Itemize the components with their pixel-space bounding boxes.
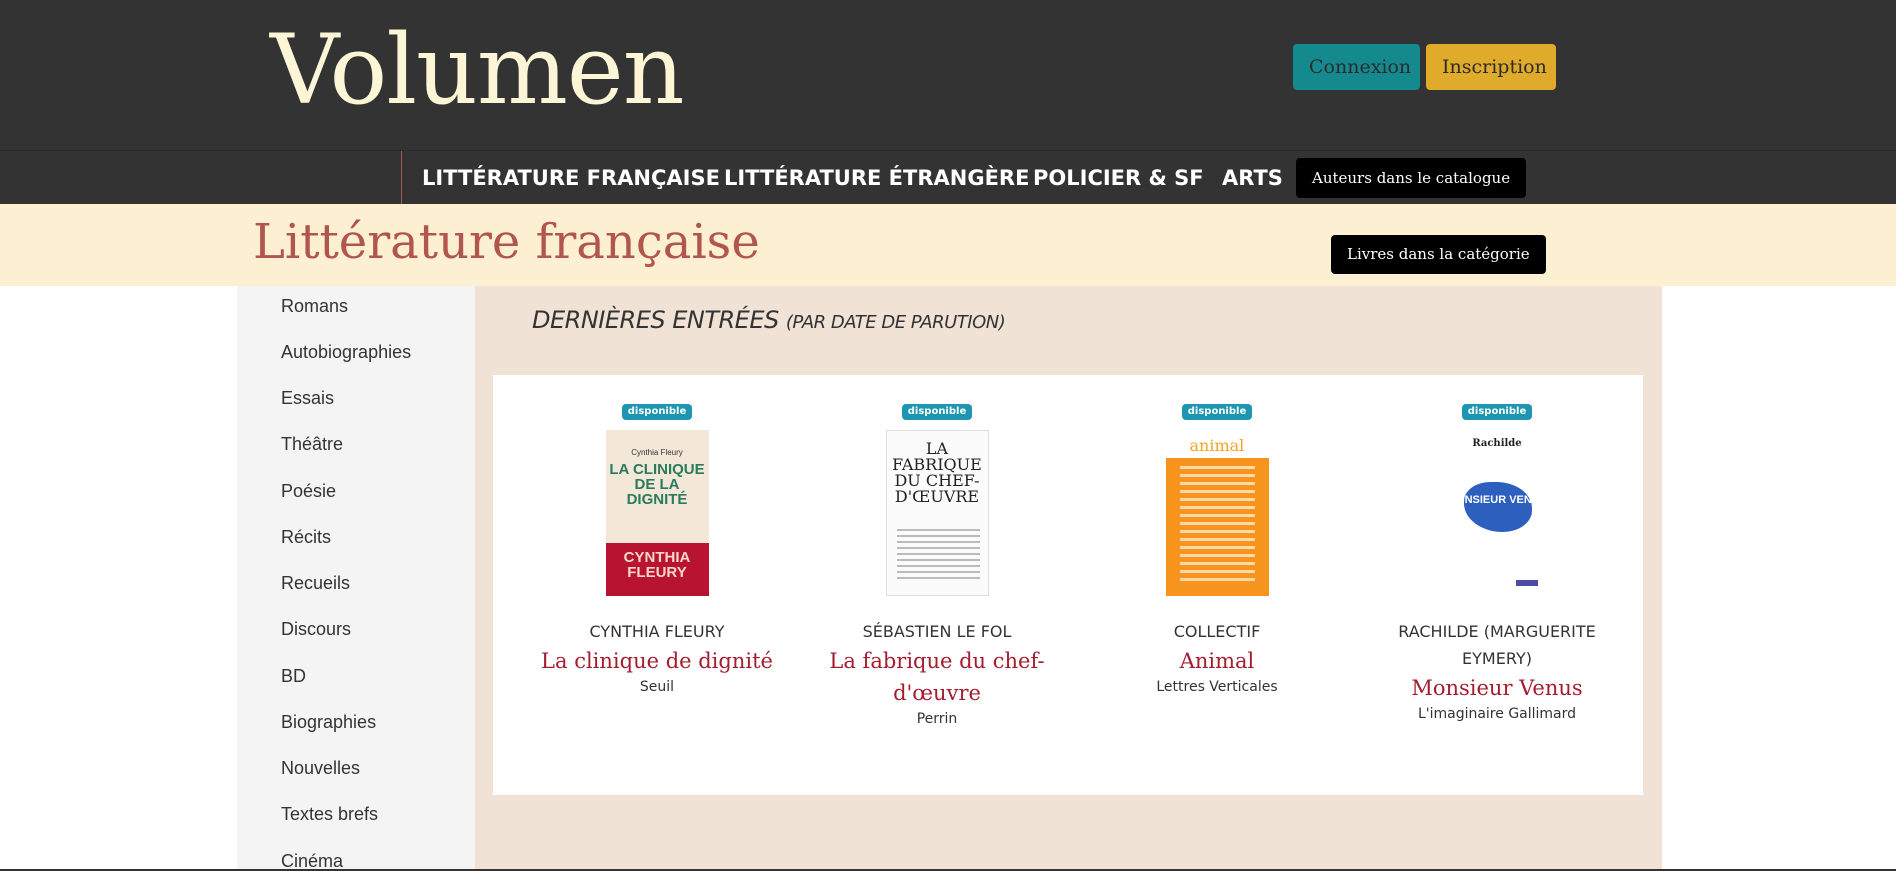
sidebar-item-cinema[interactable]: Cinéma — [281, 851, 343, 871]
section-title-text: DERNIÈRES ENTRÉES — [532, 306, 779, 334]
sidebar-item-bd[interactable]: BD — [281, 666, 306, 687]
book-cover[interactable]: Cynthia Fleury LA CLINIQUE DE LA DIGNITÉ… — [605, 430, 709, 596]
site-logo[interactable]: Volumen — [270, 17, 685, 124]
sidebar-item-poesie[interactable]: Poésie — [281, 481, 336, 502]
book-title[interactable]: La fabrique du chef-d'œuvre — [797, 645, 1077, 709]
sidebar-item-theatre[interactable]: Théâtre — [281, 434, 343, 455]
availability-badge: disponible — [1461, 404, 1533, 420]
sidebar-item-recueils[interactable]: Recueils — [281, 573, 350, 594]
category-banner: Littérature française Livres dans la cat… — [0, 204, 1896, 286]
book-author[interactable]: CYNTHIA FLEURY — [517, 618, 797, 645]
cover-text-lines — [896, 529, 980, 583]
book-card: disponible Cynthia Fleury LA CLINIQUE DE… — [517, 375, 797, 695]
cover-text-lines — [1179, 466, 1255, 586]
book-title[interactable]: Monsieur Venus — [1357, 672, 1637, 704]
book-card: disponible animal COLLECTIF Animal Lettr… — [1077, 375, 1357, 695]
authors-catalog-button[interactable]: Auteurs dans le catalogue — [1296, 158, 1527, 198]
category-books-button[interactable]: Livres dans la catégorie — [1331, 235, 1546, 274]
availability-badge: disponible — [621, 404, 693, 420]
main-nav: LITTÉRATURE FRANÇAISE LITTÉRATURE ÉTRANG… — [0, 150, 1896, 205]
main-content: DERNIÈRES ENTRÉES (PAR DATE DE PARUTION)… — [475, 286, 1662, 871]
book-title[interactable]: La clinique de dignité — [517, 645, 797, 677]
nav-item-litterature-etrangere[interactable]: LITTÉRATURE ÉTRANGÈRE — [724, 151, 1029, 205]
section-subtitle: (PAR DATE DE PARUTION) — [785, 312, 1006, 333]
login-button[interactable]: Connexion — [1293, 44, 1420, 90]
availability-badge: disponible — [1181, 404, 1253, 420]
cover-title: animal — [1189, 436, 1245, 455]
cover-illustration — [1463, 482, 1532, 532]
cover-title: LA FABRIQUE DU CHEF-D'ŒUVRE — [892, 439, 982, 506]
availability-badge: disponible — [901, 404, 973, 420]
book-title[interactable]: Animal — [1077, 645, 1357, 677]
sidebar-item-essais[interactable]: Essais — [281, 388, 334, 409]
nav-item-policier-sf[interactable]: POLICIER & SF — [1033, 151, 1204, 205]
section-title: DERNIÈRES ENTRÉES (PAR DATE DE PARUTION) — [532, 306, 1006, 334]
book-author[interactable]: SÉBASTIEN LE FOL — [797, 618, 1077, 645]
book-cover[interactable]: LA FABRIQUE DU CHEF-D'ŒUVRE — [885, 430, 989, 596]
book-publisher: L'imaginaire Gallimard — [1417, 706, 1577, 722]
sidebar-item-discours[interactable]: Discours — [281, 619, 351, 640]
book-publisher: Perrin — [916, 711, 958, 727]
sidebar-item-romans[interactable]: Romans — [281, 296, 348, 317]
sidebar-item-recits[interactable]: Récits — [281, 527, 331, 548]
sidebar-item-textes-brefs[interactable]: Textes brefs — [281, 804, 378, 825]
sidebar-item-biographies[interactable]: Biographies — [281, 712, 376, 733]
book-cover[interactable]: Rachilde MONSIEUR VENUS — [1445, 430, 1549, 596]
book-author[interactable]: COLLECTIF — [1077, 618, 1357, 645]
book-card: disponible LA FABRIQUE DU CHEF-D'ŒUVRE S… — [797, 375, 1077, 727]
book-card: disponible Rachilde MONSIEUR VENUS RACHI… — [1357, 375, 1637, 722]
cover-title: LA CLINIQUE DE LA DIGNITÉ — [609, 461, 705, 508]
sidebar-item-autobiographies[interactable]: Autobiographies — [281, 342, 411, 363]
cover-publisher-mark — [1515, 580, 1538, 586]
category-sidebar: Romans Autobiographies Essais Théâtre Po… — [237, 286, 475, 871]
sidebar-item-nouvelles[interactable]: Nouvelles — [281, 758, 360, 779]
cover-title: MONSIEUR VENUS — [1446, 494, 1548, 506]
category-title: Littérature française — [253, 214, 760, 270]
book-publisher: Seuil — [639, 679, 675, 695]
book-author[interactable]: RACHILDE (MARGUERITE EYMERY) — [1357, 618, 1637, 672]
book-cover[interactable]: animal — [1165, 430, 1269, 596]
nav-item-arts[interactable]: ARTS — [1222, 151, 1283, 205]
latest-books-panel: disponible Cynthia Fleury LA CLINIQUE DE… — [493, 375, 1643, 795]
site-header: Volumen Connexion Inscription — [0, 0, 1896, 150]
nav-divider — [401, 151, 402, 205]
cover-author: Rachilde — [1472, 438, 1522, 449]
nav-item-litterature-francaise[interactable]: LITTÉRATURE FRANÇAISE — [422, 151, 720, 205]
cover-name: CYNTHIA FLEURY — [623, 549, 691, 581]
signup-button[interactable]: Inscription — [1426, 44, 1556, 90]
cover-author: Cynthia Fleury — [631, 448, 683, 457]
book-publisher: Lettres Verticales — [1156, 679, 1278, 695]
